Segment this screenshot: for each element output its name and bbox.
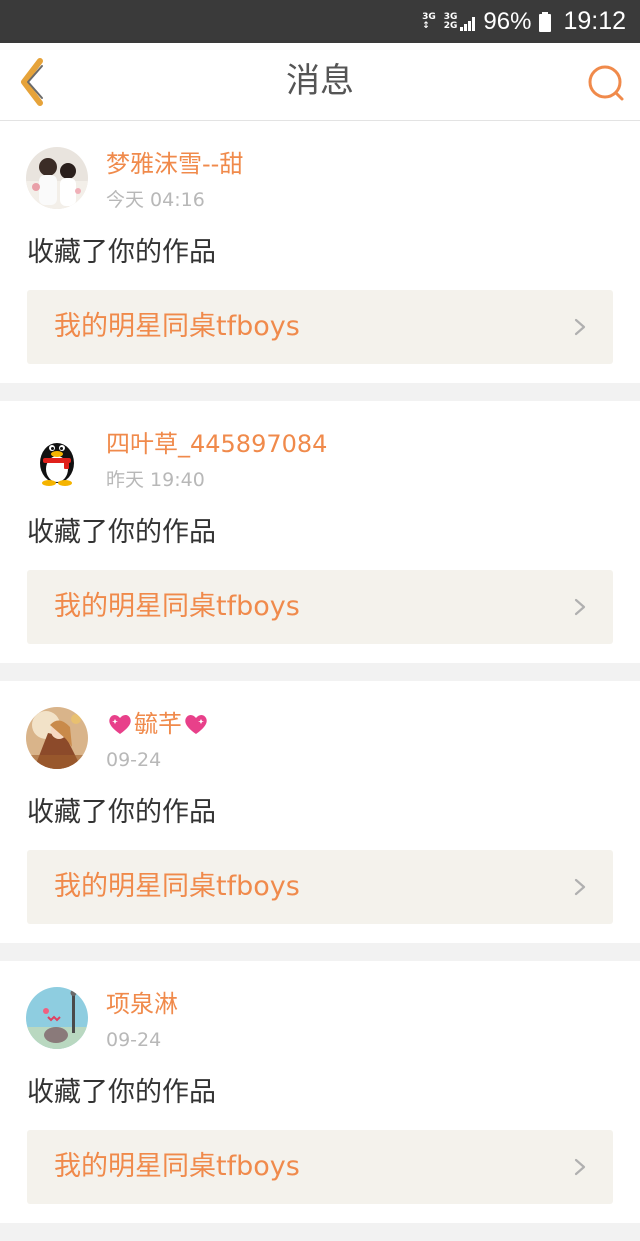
app-header: 消息	[0, 43, 640, 121]
search-button[interactable]	[586, 63, 626, 103]
message-list: 梦雅沫雪--甜 今天 04:16 收藏了你的作品 我的明星同桌tfboys 四叶…	[0, 121, 640, 1241]
chevron-right-icon	[574, 878, 586, 896]
chevron-right-icon	[574, 598, 586, 616]
message-card: 梦雅沫雪--甜 今天 04:16 收藏了你的作品 我的明星同桌tfboys	[0, 121, 640, 383]
battery-icon	[539, 11, 552, 32]
work-link[interactable]: 我的明星同桌tfboys	[27, 1130, 613, 1204]
work-link[interactable]: 我的明星同桌tfboys	[27, 570, 613, 644]
action-text: 收藏了你的作品	[27, 517, 216, 548]
timestamp: 今天 04:16	[106, 189, 205, 211]
message-card: 毓芊 09-24 收藏了你的作品 我的明星同桌tfboys	[0, 681, 640, 943]
timestamp: 昨天 19:40	[106, 469, 205, 491]
action-text: 收藏了你的作品	[27, 1077, 216, 1108]
work-title: 我的明星同桌tfboys	[54, 591, 300, 622]
work-title: 我的明星同桌tfboys	[54, 871, 300, 902]
sparkling-heart-icon	[185, 715, 207, 734]
avatar[interactable]	[26, 707, 88, 769]
action-text: 收藏了你的作品	[27, 237, 216, 268]
clock: 19:12	[563, 7, 626, 35]
timestamp: 09-24	[106, 1029, 162, 1051]
work-link[interactable]: 我的明星同桌tfboys	[27, 290, 613, 364]
username[interactable]: 四叶草_445897084	[106, 429, 327, 459]
status-bar: 3G ↕ 3G 2G 96% 19:12	[0, 0, 640, 43]
network-indicator-2: 3G 2G	[443, 12, 476, 31]
work-link[interactable]: 我的明星同桌tfboys	[27, 850, 613, 924]
battery-percent: 96%	[483, 7, 532, 35]
work-title: 我的明星同桌tfboys	[54, 1151, 300, 1182]
username[interactable]: 项泉淋	[106, 989, 178, 1019]
action-text: 收藏了你的作品	[27, 797, 216, 828]
status-indicators: 3G ↕ 3G 2G 96% 19:12	[422, 0, 626, 43]
timestamp: 09-24	[106, 749, 162, 771]
network-indicator-1: 3G ↕	[422, 12, 436, 31]
username[interactable]: 梦雅沫雪--甜	[106, 149, 243, 179]
work-title: 我的明星同桌tfboys	[54, 311, 300, 342]
search-icon	[588, 65, 624, 101]
message-card: 项泉淋 09-24 收藏了你的作品 我的明星同桌tfboys	[0, 961, 640, 1223]
page-title: 消息	[286, 61, 354, 101]
avatar[interactable]	[26, 147, 88, 209]
username-text: 毓芊	[134, 710, 182, 738]
avatar[interactable]	[26, 987, 88, 1049]
avatar[interactable]	[26, 427, 88, 489]
chevron-right-icon	[574, 1158, 586, 1176]
username[interactable]: 毓芊	[106, 709, 210, 739]
sparkling-heart-icon	[109, 715, 131, 734]
network-activity-label: ↕	[422, 20, 430, 31]
chevron-right-icon	[574, 318, 586, 336]
network-type-label-secondary: 2G	[443, 20, 458, 31]
signal-bars-icon	[460, 16, 476, 31]
message-card: 四叶草_445897084 昨天 19:40 收藏了你的作品 我的明星同桌tfb…	[0, 401, 640, 663]
